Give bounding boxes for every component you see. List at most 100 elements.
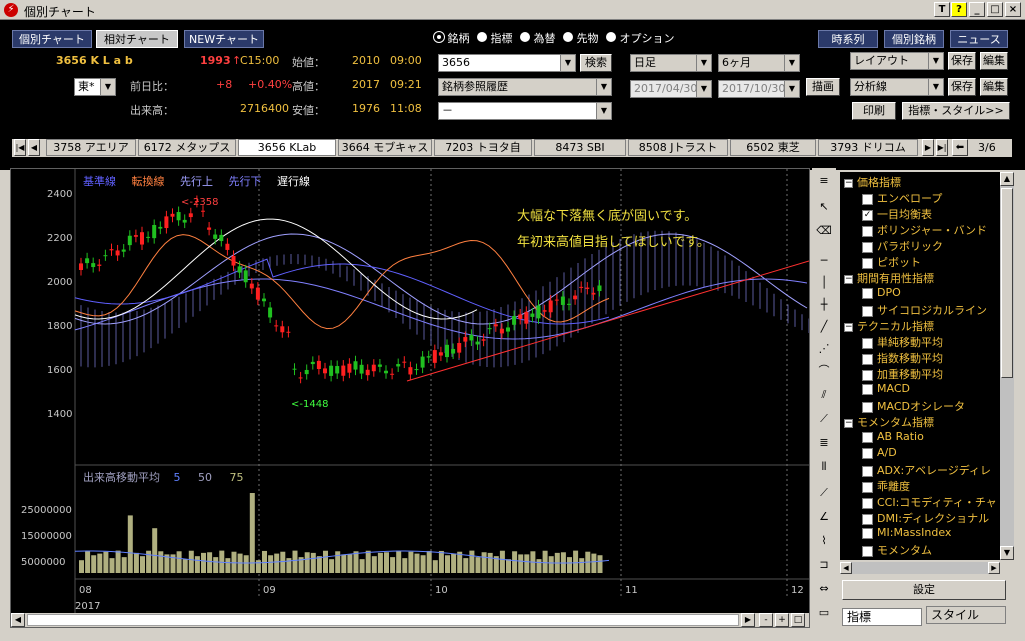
maximize-button[interactable]: □: [987, 2, 1003, 17]
indicator-item[interactable]: DPO: [862, 286, 901, 302]
reset-zoom-icon[interactable]: □: [791, 613, 805, 627]
draw-button[interactable]: 描画: [806, 78, 840, 96]
radio-fx[interactable]: [520, 32, 530, 42]
polyline-icon[interactable]: ⌇: [814, 532, 834, 550]
fibonacci-icon[interactable]: ≣: [814, 434, 834, 452]
view-tab-relative[interactable]: 相対チャート: [96, 30, 178, 48]
indicator-item[interactable]: AB Ratio: [862, 430, 924, 446]
indicator-checkbox[interactable]: [862, 545, 873, 557]
stock-detail-button[interactable]: 個別銘柄: [884, 30, 944, 48]
stock-tab[interactable]: 6502 東芝: [730, 139, 816, 156]
indicator-checkbox[interactable]: ✓: [862, 209, 873, 221]
indicator-item[interactable]: A/D: [862, 446, 897, 462]
indicator-checkbox[interactable]: [862, 431, 873, 443]
hline-icon[interactable]: ─: [814, 252, 834, 270]
help-icon[interactable]: ?: [951, 2, 967, 17]
gann-icon[interactable]: ⟋: [814, 410, 834, 428]
indicator-checkbox[interactable]: [862, 497, 873, 509]
indicator-item[interactable]: サイコロジカルライン: [862, 302, 987, 318]
indicator-item[interactable]: モメンタム: [862, 542, 932, 558]
history-select[interactable]: 銘柄参照履歴 ▼: [438, 78, 612, 96]
indicator-item[interactable]: エンベロープ: [862, 190, 942, 206]
tab-style[interactable]: スタイル: [926, 606, 1006, 624]
indicator-item[interactable]: パラボリック: [862, 238, 943, 254]
indicator-checkbox[interactable]: [862, 193, 873, 205]
style-button[interactable]: 指標・スタイル>>: [902, 102, 1010, 120]
bracket-icon[interactable]: ⊐: [814, 556, 834, 574]
indicator-item[interactable]: 乖離度: [862, 478, 910, 494]
analysis-save-button[interactable]: 保存: [948, 78, 976, 96]
date-to[interactable]: 2017/10/30 ▼: [718, 80, 800, 98]
radio-options[interactable]: [606, 32, 616, 42]
range-icon[interactable]: ⇔: [814, 580, 834, 598]
indicator-checkbox[interactable]: [862, 401, 873, 413]
collapse-icon[interactable]: −: [844, 418, 853, 428]
interval-select[interactable]: 日足 ▼: [630, 54, 712, 72]
fan-icon[interactable]: ⋰: [814, 340, 834, 358]
radio-stock[interactable]: [434, 32, 444, 42]
zoom-out-icon[interactable]: -: [759, 613, 773, 627]
menu-icon[interactable]: ≡: [814, 172, 834, 190]
scroll-right-icon[interactable]: ▶: [988, 562, 1000, 574]
stock-tab[interactable]: 3664 モブキャス: [338, 139, 432, 156]
indicator-item[interactable]: ADX:アベレージディレ: [862, 462, 991, 478]
back-arrow-icon[interactable]: ⬅: [952, 139, 968, 156]
tree-group[interactable]: − 期間有用性指標: [844, 270, 934, 286]
stock-tab[interactable]: 8473 SBI: [534, 139, 626, 156]
indicator-checkbox[interactable]: [862, 527, 873, 539]
indicator-item[interactable]: 単純移動平均: [862, 334, 943, 350]
layout-save-button[interactable]: 保存: [948, 52, 976, 70]
layout-edit-button[interactable]: 編集: [980, 52, 1008, 70]
pin-icon[interactable]: T: [934, 2, 950, 17]
collapse-icon[interactable]: −: [844, 178, 853, 188]
exchange-select[interactable]: 東* ▼: [74, 78, 116, 96]
scroll-left-icon[interactable]: ◀: [11, 613, 25, 627]
indicator-checkbox[interactable]: [862, 465, 873, 477]
indicator-checkbox[interactable]: [862, 369, 873, 381]
indicator-checkbox[interactable]: [862, 225, 873, 237]
view-tab-new[interactable]: NEWチャート: [184, 30, 264, 48]
indicator-item[interactable]: MACDオシレータ: [862, 398, 965, 414]
eraser-icon[interactable]: ⌫: [814, 222, 834, 240]
prev-icon[interactable]: ◀: [28, 139, 40, 156]
indicator-checkbox[interactable]: [862, 513, 873, 525]
tree-hscrollbar[interactable]: ◀ ▶: [840, 562, 1000, 574]
indicator-checkbox[interactable]: [862, 241, 873, 253]
indicator-checkbox[interactable]: [862, 287, 873, 299]
tab-indicators[interactable]: 指標: [842, 608, 922, 626]
next-icon[interactable]: ▶: [922, 139, 934, 156]
indicator-item[interactable]: ボリンジャー・バンド: [862, 222, 987, 238]
analysis-edit-button[interactable]: 編集: [980, 78, 1008, 96]
scroll-down-icon[interactable]: ▼: [1000, 546, 1014, 560]
blank-select[interactable]: － ▼: [438, 102, 612, 120]
close-button[interactable]: ×: [1005, 2, 1021, 17]
trendline-icon[interactable]: ╱: [814, 318, 834, 336]
indicator-item[interactable]: MACD: [862, 382, 910, 398]
tree-scrollbar[interactable]: ▲ ▼: [1000, 172, 1014, 560]
scroll-right-icon[interactable]: ▶: [741, 613, 755, 627]
settings-button[interactable]: 設定: [842, 580, 1006, 600]
range-select[interactable]: 6ヶ月 ▼: [718, 54, 800, 72]
view-tab-individual[interactable]: 個別チャート: [12, 30, 92, 48]
vline-icon[interactable]: │: [814, 274, 834, 292]
indicator-item[interactable]: MI:MassIndex: [862, 526, 951, 542]
indicator-item[interactable]: 加重移動平均: [862, 366, 943, 382]
tree-group[interactable]: − テクニカル指標: [844, 318, 934, 334]
angle-icon[interactable]: ∠: [814, 508, 834, 526]
arc-icon[interactable]: ⌒: [814, 362, 834, 380]
stock-tab[interactable]: 7203 トヨタ自: [434, 139, 532, 156]
tree-group[interactable]: − モメンタム指標: [844, 414, 934, 430]
indicator-item[interactable]: ピボット: [862, 254, 921, 270]
zoom-in-icon[interactable]: +: [775, 613, 789, 627]
scroll-track[interactable]: [27, 614, 739, 626]
chart-scrollbar[interactable]: ◀ ▶ - + □: [11, 613, 809, 627]
indicator-item[interactable]: 指数移動平均: [862, 350, 943, 366]
stock-tab[interactable]: 3793 ドリコム: [818, 139, 918, 156]
scroll-up-icon[interactable]: ▲: [1000, 172, 1014, 186]
indicator-checkbox[interactable]: [862, 257, 873, 269]
tree-group[interactable]: − 価格指標: [844, 174, 901, 190]
radio-index[interactable]: [477, 32, 487, 42]
indicator-checkbox[interactable]: [862, 305, 873, 317]
code-input[interactable]: 3656 ▼: [438, 54, 576, 72]
indicator-checkbox[interactable]: [862, 383, 873, 395]
